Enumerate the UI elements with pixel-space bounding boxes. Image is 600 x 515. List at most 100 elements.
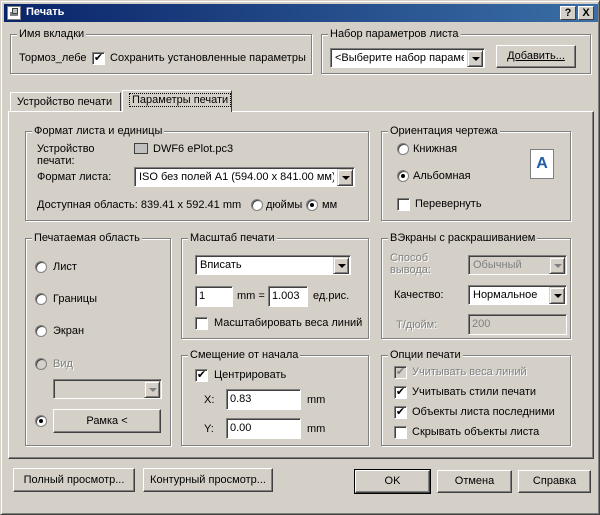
- orientation-group-title: Ориентация чертежа: [388, 125, 500, 137]
- plot-lineweights-checkbox[interactable]: ✔: [394, 366, 407, 379]
- area-sheet-label: Лист: [53, 261, 77, 273]
- offset-x-input[interactable]: 0.83: [226, 389, 301, 410]
- printable-area-group-title: Печатаемая область: [32, 232, 142, 244]
- paper-format-group: Формат листа и единицы Устройство печати…: [25, 125, 369, 221]
- plot-offset-group: Смещение от начала ✔ Центрировать X: 0.8…: [181, 349, 369, 446]
- plot-lineweights-label: Учитывать веса линий: [412, 366, 527, 378]
- chevron-down-icon[interactable]: [333, 257, 349, 274]
- paperspace-last-label: Объекты листа последними: [412, 406, 555, 418]
- units-inches-radio[interactable]: [251, 199, 263, 211]
- plot-scale-group: Масштаб печати Вписать 1 mm = 1.003 ед.р…: [181, 232, 369, 339]
- device-label: Устройство печати:: [37, 143, 95, 167]
- save-settings-label: Сохранить установленные параметры: [110, 52, 306, 64]
- area-window-radio[interactable]: [35, 415, 47, 427]
- page-setup-group: Набор параметров листа <Выберите набор п…: [321, 28, 591, 74]
- page-setup-select[interactable]: <Выберите набор парамет: [330, 48, 485, 68]
- add-page-setup-button[interactable]: Добавить...: [496, 45, 576, 68]
- flip-checkbox[interactable]: [397, 198, 410, 211]
- center-plot-label: Центрировать: [214, 369, 287, 381]
- output-method-select[interactable]: Обычный: [468, 255, 567, 275]
- tab-device[interactable]: Устройство печати: [10, 92, 121, 112]
- help-title-button[interactable]: ?: [560, 6, 576, 20]
- area-sheet-radio[interactable]: [35, 261, 47, 273]
- scale-units-input[interactable]: 1.003: [268, 286, 308, 307]
- tab-name-value: Тормоз_лебе: [19, 52, 87, 64]
- chevron-down-icon[interactable]: [144, 381, 160, 398]
- tab-name-group-title: Имя вкладки: [17, 28, 87, 40]
- available-area-text: Доступная область: 839.41 x 592.41 mm: [37, 199, 242, 211]
- close-title-button[interactable]: X: [578, 6, 594, 20]
- full-preview-button[interactable]: Полный просмотр...: [13, 468, 135, 492]
- window-title: Печать: [26, 6, 65, 18]
- title-bar[interactable]: Печать ? X: [4, 4, 598, 22]
- center-plot-checkbox[interactable]: ✔: [195, 369, 208, 382]
- window-pick-button[interactable]: Рамка <: [53, 409, 161, 433]
- save-settings-checkbox[interactable]: ✔: [92, 52, 105, 65]
- offset-y-unit: mm: [307, 423, 326, 435]
- landscape-radio[interactable]: [397, 170, 409, 182]
- chevron-down-icon[interactable]: [337, 169, 353, 186]
- scale-lineweights-label: Масштабировать веса линий: [214, 317, 363, 329]
- offset-y-label: Y:: [204, 423, 214, 435]
- plot-scale-group-title: Масштаб печати: [188, 232, 277, 244]
- hide-paperspace-checkbox[interactable]: [394, 426, 407, 439]
- tab-device-label: Устройство печати: [17, 96, 113, 108]
- units-mm-label: мм: [322, 199, 338, 211]
- landscape-label: Альбомная: [413, 170, 471, 182]
- scale-select-value: Вписать: [200, 259, 242, 271]
- quality-select[interactable]: Нормальное: [468, 285, 567, 305]
- output-method-value: Обычный: [473, 259, 522, 271]
- offset-x-unit: mm: [307, 394, 326, 406]
- area-limits-radio[interactable]: [35, 293, 47, 305]
- paper-format-label: Формат листа:: [37, 171, 112, 183]
- dpi-label: Т/дюйм:: [396, 319, 438, 331]
- offset-x-label: X:: [204, 394, 215, 406]
- cancel-button[interactable]: Отмена: [437, 470, 512, 493]
- area-display-radio[interactable]: [35, 325, 47, 337]
- portrait-label: Книжная: [413, 143, 458, 155]
- area-limits-label: Границы: [53, 293, 97, 305]
- window-pick-button-label: Рамка <: [86, 415, 128, 427]
- scale-lineweights-checkbox[interactable]: [195, 317, 208, 330]
- shaded-viewports-group-title: ВЭкраны с раскрашиванием: [388, 232, 538, 244]
- tab-name-group: Имя вкладки Тормоз_лебе ✔ Сохранить уста…: [10, 28, 312, 74]
- plot-options-group-title: Опции печати: [388, 349, 463, 361]
- tab-print-settings-label: Параметры печати: [129, 93, 232, 107]
- orientation-group: Ориентация чертежа Книжная Альбомная Пер…: [381, 125, 571, 221]
- scale-mm-input[interactable]: 1: [195, 286, 233, 307]
- chevron-down-icon[interactable]: [549, 287, 565, 304]
- paper-format-group-title: Формат листа и единицы: [32, 125, 165, 137]
- chevron-down-icon[interactable]: [467, 50, 483, 67]
- tab-print-settings[interactable]: Параметры печати: [122, 90, 232, 112]
- quality-label: Качество:: [394, 289, 444, 301]
- paper-format-select[interactable]: ISO без полей A1 (594.00 x 841.00 мм): [134, 167, 355, 187]
- units-mm-radio[interactable]: [306, 199, 318, 211]
- plot-options-group: Опции печати ✔ Учитывать веса линий ✔ Уч…: [381, 349, 571, 446]
- add-button-label: Добавить...: [507, 50, 565, 62]
- ok-button[interactable]: OK: [354, 469, 431, 494]
- portrait-radio[interactable]: [397, 143, 409, 155]
- page-setup-group-title: Набор параметров листа: [328, 28, 461, 40]
- dpi-input[interactable]: 200: [468, 314, 567, 335]
- units-inches-label: дюймы: [266, 199, 303, 211]
- page-setup-select-value: <Выберите набор парамет: [335, 52, 464, 64]
- output-method-label: Способ вывода:: [390, 252, 431, 276]
- paperspace-last-checkbox[interactable]: ✔: [394, 406, 407, 419]
- chevron-down-icon[interactable]: [549, 257, 565, 274]
- partial-preview-button[interactable]: Контурный просмотр...: [143, 468, 273, 492]
- area-display-label: Экран: [53, 325, 85, 337]
- scale-select[interactable]: Вписать: [195, 255, 351, 275]
- plot-styles-checkbox[interactable]: ✔: [394, 386, 407, 399]
- offset-y-input[interactable]: 0.00: [226, 418, 301, 439]
- quality-value: Нормальное: [473, 289, 538, 301]
- hide-paperspace-label: Скрывать объекты листа: [412, 426, 540, 438]
- area-view-label: Вид: [53, 358, 73, 370]
- help-button[interactable]: Справка: [518, 470, 591, 493]
- device-value: DWF6 ePlot.pc3: [153, 143, 234, 155]
- area-view-radio[interactable]: [35, 358, 47, 370]
- printer-icon: [7, 6, 21, 20]
- scale-units-label: ед.рис.: [313, 290, 350, 302]
- shaded-viewports-group: ВЭкраны с раскрашиванием Способ вывода: …: [381, 232, 571, 339]
- plotter-icon: [134, 143, 148, 154]
- view-select[interactable]: [53, 379, 162, 399]
